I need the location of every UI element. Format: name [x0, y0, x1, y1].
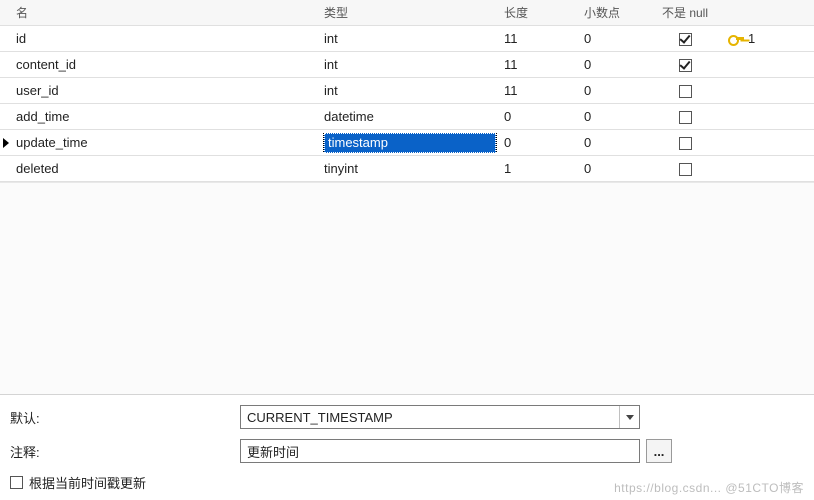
- cell-type[interactable]: tinyint: [320, 161, 500, 176]
- current-row-icon: [3, 138, 9, 148]
- notnull-checkbox[interactable]: [679, 33, 692, 46]
- cell-name[interactable]: id: [12, 31, 320, 46]
- cell-notnull[interactable]: [650, 31, 720, 46]
- ellipsis-icon: ...: [654, 444, 665, 459]
- cell-length[interactable]: 11: [500, 31, 580, 46]
- cell-name[interactable]: update_time: [12, 135, 320, 150]
- chevron-down-icon: [626, 415, 634, 420]
- table-row[interactable]: user_idint110: [0, 78, 814, 104]
- header-type[interactable]: 类型: [320, 4, 500, 21]
- notnull-checkbox[interactable]: [679, 111, 692, 124]
- comment-label: 注释:: [10, 442, 240, 461]
- cell-notnull[interactable]: [650, 109, 720, 124]
- header-length[interactable]: 长度: [500, 4, 580, 21]
- cell-notnull[interactable]: [650, 135, 720, 150]
- cell-length[interactable]: 0: [500, 109, 580, 124]
- notnull-checkbox[interactable]: [679, 137, 692, 150]
- comment-input[interactable]: 更新时间: [240, 439, 640, 463]
- cell-length[interactable]: 0: [500, 135, 580, 150]
- default-value: CURRENT_TIMESTAMP: [241, 410, 619, 425]
- comment-value: 更新时间: [247, 442, 299, 461]
- grid-empty-area[interactable]: [0, 182, 814, 394]
- cell-name[interactable]: content_id: [12, 57, 320, 72]
- cell-type[interactable]: int: [320, 83, 500, 98]
- grid-header-row: 名 类型 长度 小数点 不是 null: [0, 0, 814, 26]
- header-decimal[interactable]: 小数点: [580, 4, 650, 21]
- notnull-checkbox[interactable]: [679, 163, 692, 176]
- header-notnull[interactable]: 不是 null: [650, 4, 720, 21]
- cell-decimal[interactable]: 0: [580, 31, 650, 46]
- comment-expand-button[interactable]: ...: [646, 439, 672, 463]
- cell-type[interactable]: int: [320, 31, 500, 46]
- cell-length[interactable]: 11: [500, 83, 580, 98]
- cell-decimal[interactable]: 0: [580, 135, 650, 150]
- default-dropdown-button[interactable]: [619, 406, 639, 428]
- table-row[interactable]: add_timedatetime00: [0, 104, 814, 130]
- primary-key-icon: [728, 33, 744, 45]
- cell-type[interactable]: int: [320, 57, 500, 72]
- cell-type[interactable]: datetime: [320, 109, 500, 124]
- cell-length[interactable]: 11: [500, 57, 580, 72]
- cell-notnull[interactable]: [650, 161, 720, 176]
- cell-name[interactable]: deleted: [12, 161, 320, 176]
- cell-decimal[interactable]: 0: [580, 83, 650, 98]
- notnull-checkbox[interactable]: [679, 85, 692, 98]
- header-name[interactable]: 名: [12, 4, 320, 21]
- table-row[interactable]: deletedtinyint10: [0, 156, 814, 182]
- cell-decimal[interactable]: 0: [580, 109, 650, 124]
- row-indicator: [0, 138, 12, 148]
- cell-name[interactable]: add_time: [12, 109, 320, 124]
- table-row[interactable]: content_idint110: [0, 52, 814, 78]
- cell-decimal[interactable]: 0: [580, 161, 650, 176]
- default-select[interactable]: CURRENT_TIMESTAMP: [240, 405, 640, 429]
- on-update-checkbox[interactable]: [10, 476, 23, 489]
- table-row[interactable]: update_time timestamp 00: [0, 130, 814, 156]
- cell-notnull[interactable]: [650, 57, 720, 72]
- default-label: 默认:: [10, 408, 240, 427]
- column-detail-pane: 默认: CURRENT_TIMESTAMP 注释: 更新时间 ... 根据当前时…: [0, 394, 814, 500]
- cell-decimal[interactable]: 0: [580, 57, 650, 72]
- cell-type-editor[interactable]: timestamp: [324, 133, 496, 153]
- cell-length[interactable]: 1: [500, 161, 580, 176]
- columns-grid: 名 类型 长度 小数点 不是 null idint1101content_idi…: [0, 0, 814, 182]
- primary-key-number: 1: [748, 31, 755, 46]
- table-row[interactable]: idint110 1: [0, 26, 814, 52]
- notnull-checkbox[interactable]: [679, 59, 692, 72]
- cell-type[interactable]: timestamp: [320, 133, 500, 153]
- cell-notnull[interactable]: [650, 83, 720, 98]
- on-update-label: 根据当前时间戳更新: [29, 473, 146, 492]
- cell-key[interactable]: 1: [720, 31, 790, 46]
- cell-name[interactable]: user_id: [12, 83, 320, 98]
